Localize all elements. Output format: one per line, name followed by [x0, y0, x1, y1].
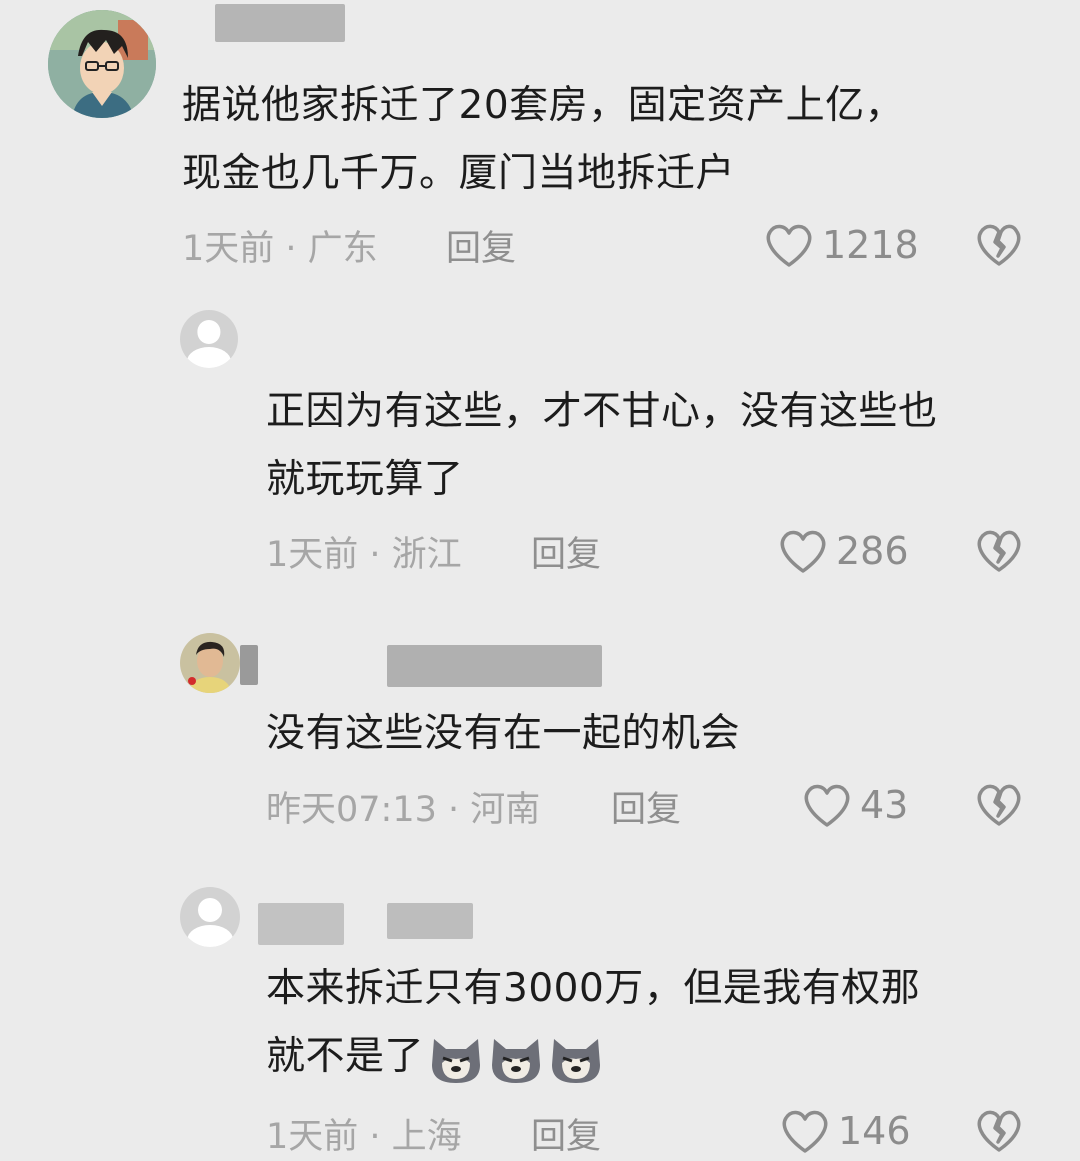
reply-button[interactable]: 回复 [611, 781, 681, 832]
heart-icon [766, 224, 812, 267]
comment-text: 据说他家拆迁了20套房，固定资产上亿， 现金也几千万。厦门当地拆迁户 [182, 83, 905, 196]
heart-icon [782, 1110, 828, 1153]
dog-face-emoji [492, 1038, 541, 1083]
like-count: 1218 [822, 223, 919, 267]
broken-heart-icon[interactable] [974, 220, 1024, 270]
comment-meta: 1天前 · 浙江 [266, 535, 462, 575]
avatar[interactable] [180, 887, 240, 947]
broken-heart-icon[interactable] [974, 526, 1024, 576]
username-redacted[interactable] [387, 645, 602, 687]
heart-icon [804, 784, 850, 827]
anime-avatar-icon [48, 10, 156, 118]
reply-button[interactable]: 回复 [446, 220, 516, 271]
username-redacted[interactable] [215, 4, 345, 42]
like-button[interactable]: 286 [778, 521, 909, 581]
username-redacted[interactable] [240, 645, 258, 685]
comment-meta: 1天前 · 上海 [266, 1117, 462, 1157]
like-button[interactable]: 146 [780, 1101, 911, 1161]
username-redacted[interactable] [387, 903, 473, 939]
comment-text: 本来拆迁只有3000万，但是我有权那 就不是了 [266, 955, 920, 1091]
dog-face-emoji [552, 1038, 601, 1083]
avatar[interactable] [180, 633, 240, 693]
avatar[interactable] [48, 10, 156, 118]
like-count: 146 [838, 1109, 911, 1153]
reply-button[interactable]: 回复 [531, 526, 601, 577]
comment-text: 正因为有这些，才不甘心，没有这些也 就玩玩算了 [266, 389, 938, 502]
broken-heart-icon[interactable] [974, 780, 1024, 830]
like-count: 43 [860, 783, 909, 827]
username-redacted[interactable] [258, 903, 344, 945]
dog-face-emoji [432, 1038, 481, 1083]
avatar[interactable] [180, 310, 238, 368]
emoji-row [428, 1033, 608, 1085]
broken-heart-icon[interactable] [974, 1106, 1024, 1156]
comment-meta: 1天前 · 广东 [182, 229, 378, 269]
like-button[interactable]: 43 [802, 775, 908, 835]
like-count: 286 [836, 529, 909, 573]
photo-avatar-icon [180, 633, 240, 693]
reply-button[interactable]: 回复 [531, 1108, 601, 1159]
comment-text: 没有这些没有在一起的机会 [266, 711, 741, 756]
like-button[interactable]: 1218 [764, 215, 919, 275]
heart-icon [780, 530, 826, 573]
comment-meta: 昨天07:13 · 河南 [266, 790, 541, 830]
